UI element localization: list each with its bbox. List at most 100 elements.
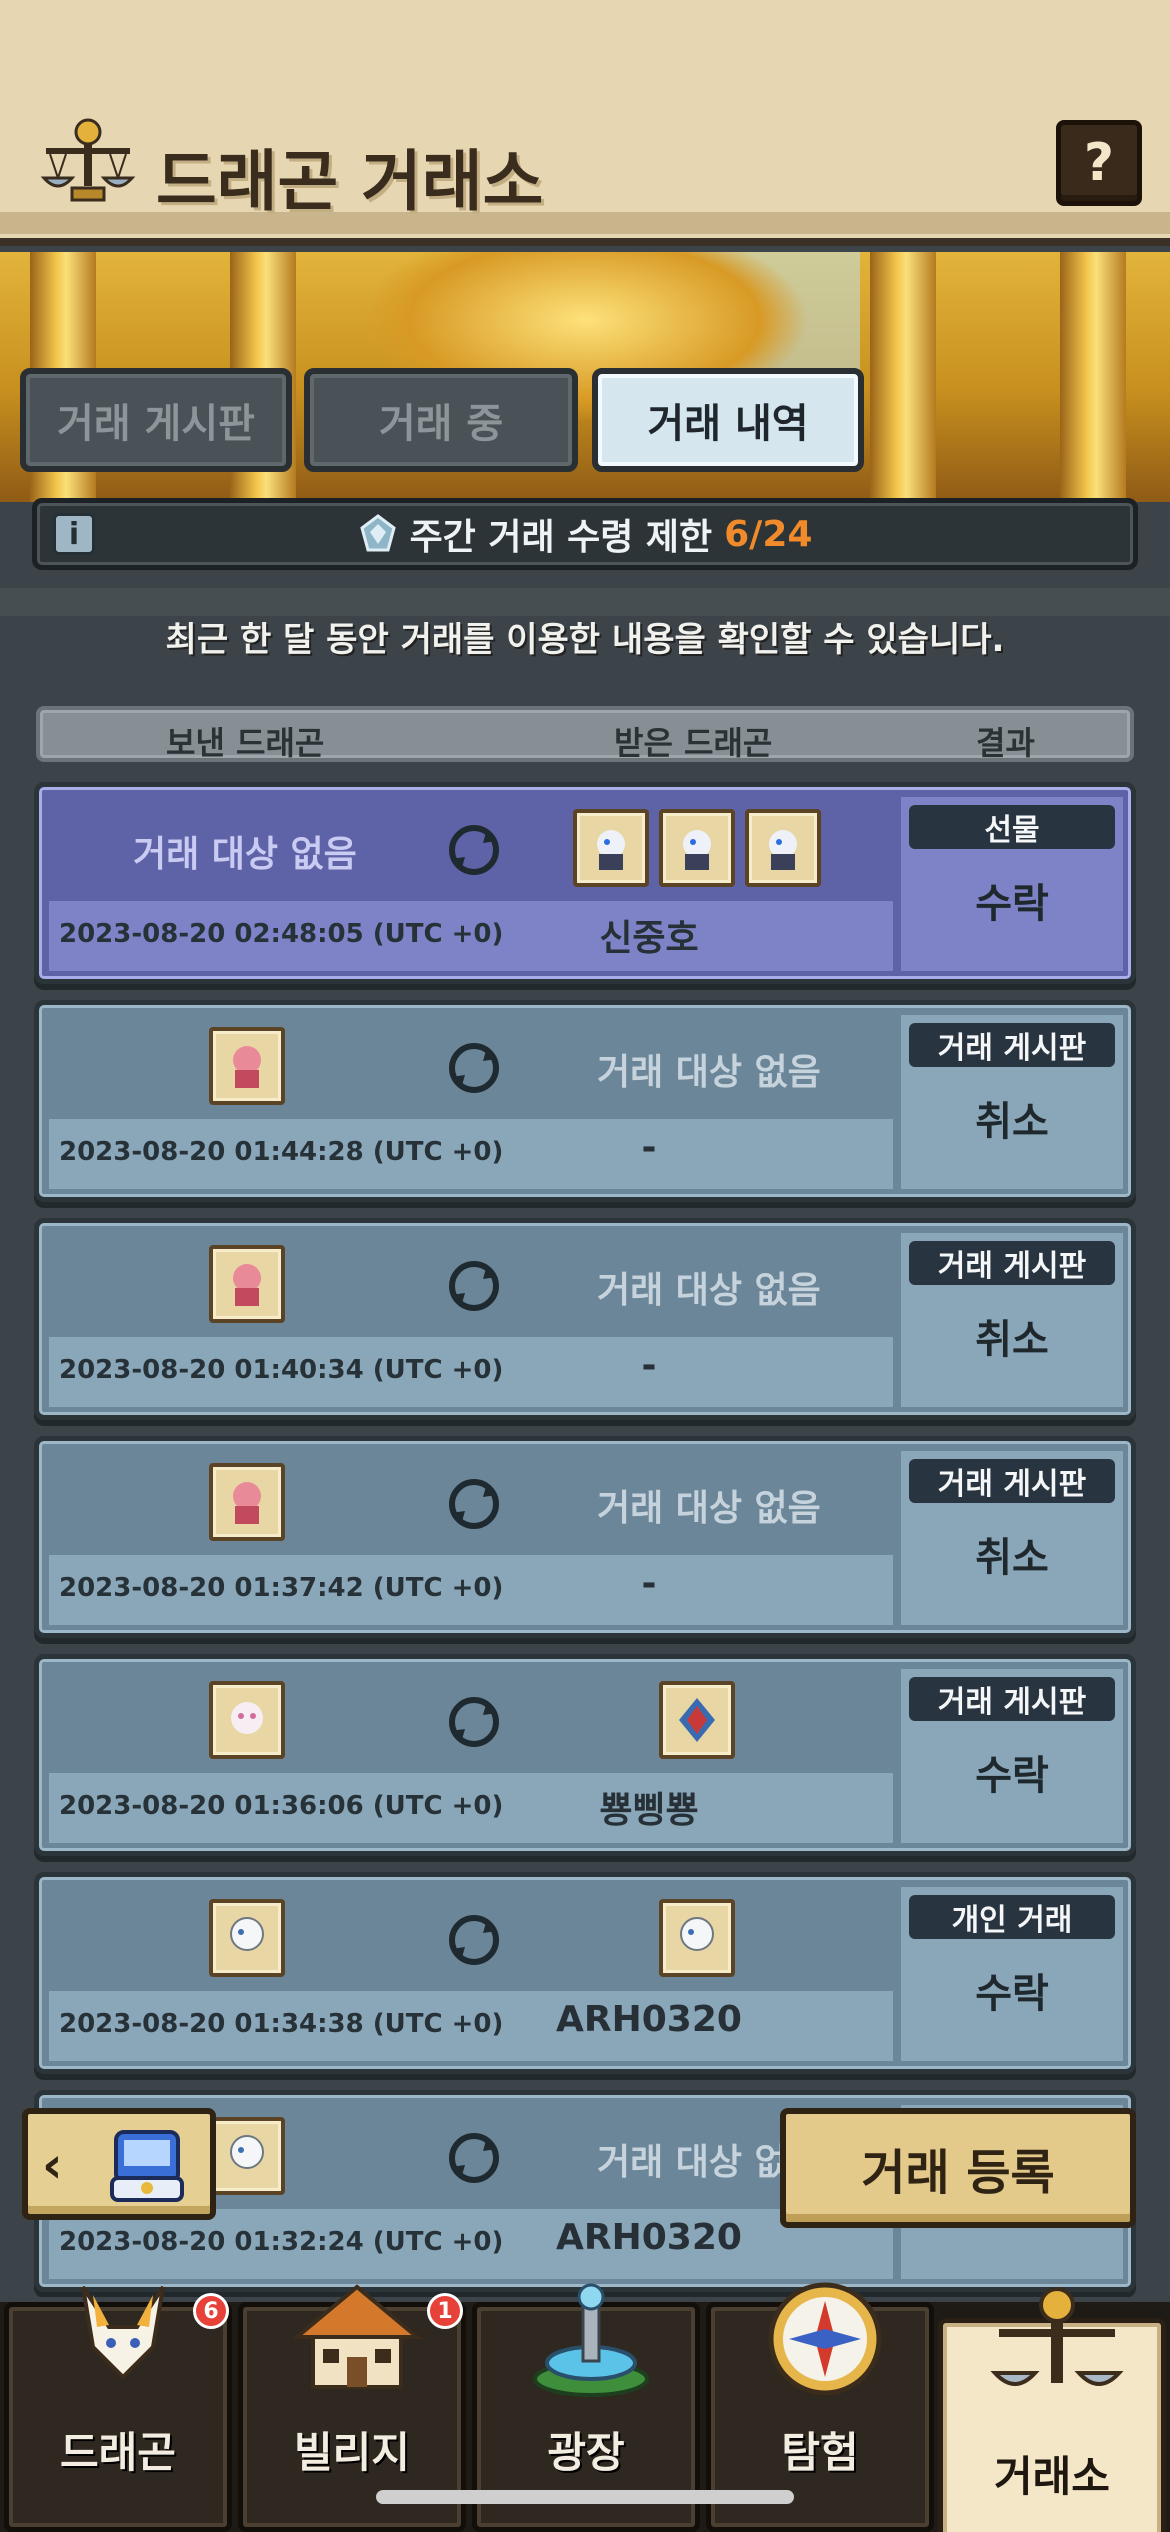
- history-list[interactable]: 거래 대상 없음 2023-08-20 02:48:05 (UTC +0) 신중…: [34, 782, 1136, 2297]
- fountain-icon: [533, 2283, 649, 2397]
- trade-result: 취소: [975, 1099, 1049, 1145]
- dragon-icon: [233, 1264, 261, 1306]
- tab-trading[interactable]: 거래 중: [304, 368, 578, 472]
- swap-icon: [449, 1915, 499, 1965]
- compass-icon: [768, 2282, 882, 2396]
- nav-label: 거래소: [994, 2452, 1110, 2501]
- tab-trade-history[interactable]: 거래 내역: [592, 368, 864, 472]
- timestamp: 2023-08-20 01:34:38 (UTC +0): [59, 2009, 504, 2039]
- trade-result: 수락: [975, 881, 1049, 927]
- partner-name: -: [641, 1563, 657, 1604]
- swap-icon: [449, 2133, 499, 2183]
- back-button[interactable]: ‹: [22, 2108, 216, 2220]
- timestamp: 2023-08-20 01:32:24 (UTC +0): [59, 2227, 504, 2257]
- dragon-icon: [683, 830, 711, 870]
- home-indicator: [376, 2490, 794, 2504]
- dragon-thumbnail[interactable]: [659, 809, 735, 887]
- trade-type-badge: 거래 게시판: [909, 1459, 1115, 1503]
- notice-text: 최근 한 달 동안 거래를 이용한 내용을 확인할 수 있습니다.: [165, 620, 1005, 660]
- dragon-icon: [230, 1917, 264, 1951]
- nav-item-exchange[interactable]: 거래소: [938, 2287, 1166, 2532]
- received-none-label: 거래 대상 없음: [597, 1488, 821, 1529]
- dragon-thumbnail[interactable]: [209, 2117, 285, 2195]
- nav-label: 탐험: [781, 2428, 859, 2477]
- trade-type-badge: 거래 게시판: [909, 1241, 1115, 1285]
- dragon-icon: [233, 1482, 261, 1524]
- sent-none-label: 거래 대상 없음: [133, 834, 357, 875]
- swap-icon: [449, 1043, 499, 1093]
- trade-result: 수락: [975, 1971, 1049, 2017]
- dragon-thumbnail[interactable]: [209, 1899, 285, 1977]
- weekly-limit-bar: i 주간 거래 수령 제한 6/24: [32, 498, 1138, 570]
- dragon-thumbnail[interactable]: [209, 1681, 285, 1759]
- dragon-icon: [680, 1917, 714, 1951]
- trade-result: 취소: [975, 1317, 1049, 1363]
- history-row[interactable]: 거래 대상 없음 2023-08-20 01:44:28 (UTC +0) - …: [34, 1000, 1136, 1202]
- dragon-thumbnail[interactable]: [209, 1027, 285, 1105]
- partner-name: ARH0320: [556, 1999, 742, 2040]
- trade-type-badge: 개인 거래: [909, 1895, 1115, 1939]
- trade-type-badge: 거래 게시판: [909, 1677, 1115, 1721]
- dragon-icon: [679, 1698, 715, 1742]
- scales-icon: [40, 118, 136, 202]
- notification-badge: 6: [193, 2293, 229, 2329]
- partner-name: -: [641, 1345, 657, 1386]
- dragon-thumbnail[interactable]: [659, 1899, 735, 1977]
- chest-icon: [110, 2130, 184, 2202]
- nav-label: 빌리지: [294, 2428, 410, 2477]
- partner-name: 뿅삥뿅: [599, 1790, 699, 1831]
- scales-icon: [990, 2287, 1124, 2386]
- dragon-thumbnail[interactable]: [209, 1245, 285, 1323]
- history-row[interactable]: 2023-08-20 01:36:06 (UTC +0) 뿅삥뿅 거래 게시판 …: [34, 1654, 1136, 1856]
- timestamp: 2023-08-20 01:40:34 (UTC +0): [59, 1355, 504, 1385]
- partner-name: -: [641, 1127, 657, 1168]
- gem-icon: [359, 514, 396, 552]
- village-icon: [291, 2284, 423, 2389]
- timestamp: 2023-08-20 01:36:06 (UTC +0): [59, 1791, 504, 1821]
- column-received: 받은 드래곤: [614, 724, 773, 762]
- partner-name: 신중호: [599, 918, 699, 959]
- swap-icon: [449, 1261, 499, 1311]
- timestamp: 2023-08-20 01:44:28 (UTC +0): [59, 1137, 504, 1167]
- register-trade-button[interactable]: 거래 등록: [780, 2108, 1136, 2228]
- trade-type-badge: 거래 게시판: [909, 1023, 1115, 1067]
- swap-icon: [449, 1479, 499, 1529]
- tab-trade-board[interactable]: 거래 게시판: [20, 368, 292, 472]
- dragon-icon: [231, 1702, 263, 1734]
- dragon-icon: [230, 2135, 264, 2169]
- dragon-thumbnail[interactable]: [209, 1463, 285, 1541]
- received-none-label: 거래 대상 없음: [597, 1052, 821, 1093]
- timestamp: 2023-08-20 02:48:05 (UTC +0): [59, 919, 504, 949]
- column-result: 결과: [976, 724, 1035, 762]
- help-button[interactable]: ?: [1056, 120, 1142, 206]
- history-row[interactable]: 거래 대상 없음 2023-08-20 01:37:42 (UTC +0) - …: [34, 1436, 1136, 1638]
- column-header: 보낸 드래곤 받은 드래곤 결과: [36, 706, 1134, 762]
- header: 드래곤 거래소 ?: [0, 0, 1170, 246]
- nav-label: 드래곤: [60, 2428, 176, 2477]
- history-row[interactable]: 거래 대상 없음 2023-08-20 01:40:34 (UTC +0) - …: [34, 1218, 1136, 1420]
- swap-icon: [449, 825, 499, 875]
- trade-result: 취소: [975, 1535, 1049, 1581]
- trade-result: 수락: [975, 1753, 1049, 1799]
- swap-icon: [449, 1697, 499, 1747]
- history-row[interactable]: 2023-08-20 01:34:38 (UTC +0) ARH0320 개인 …: [34, 1872, 1136, 2074]
- timestamp: 2023-08-20 01:37:42 (UTC +0): [59, 1573, 504, 1603]
- received-none-label: 거래 대상 없음: [597, 1270, 821, 1311]
- dragon-thumbnail[interactable]: [573, 809, 649, 887]
- page-title: 드래곤 거래소: [156, 143, 544, 220]
- dragon-icon: [597, 830, 625, 870]
- trade-type-badge: 선물: [909, 805, 1115, 849]
- nav-label: 광장: [547, 2428, 625, 2477]
- chevron-left-icon: ‹: [42, 2136, 63, 2194]
- nav-item-dragon[interactable]: 6 드래곤: [4, 2285, 232, 2532]
- dragon-icon: [233, 1046, 261, 1088]
- history-row[interactable]: 거래 대상 없음 2023-08-20 02:48:05 (UTC +0) 신중…: [34, 782, 1136, 984]
- notification-badge: 1: [427, 2293, 463, 2329]
- dragon-icon: [81, 2285, 165, 2380]
- dragon-thumbnail[interactable]: [659, 1681, 735, 1759]
- column-sent: 보낸 드래곤: [166, 724, 325, 762]
- dragon-thumbnail[interactable]: [745, 809, 821, 887]
- weekly-limit-count: 6/24: [724, 513, 813, 555]
- dragon-icon: [769, 830, 797, 870]
- weekly-limit-label: 주간 거래 수령 제한: [409, 517, 713, 558]
